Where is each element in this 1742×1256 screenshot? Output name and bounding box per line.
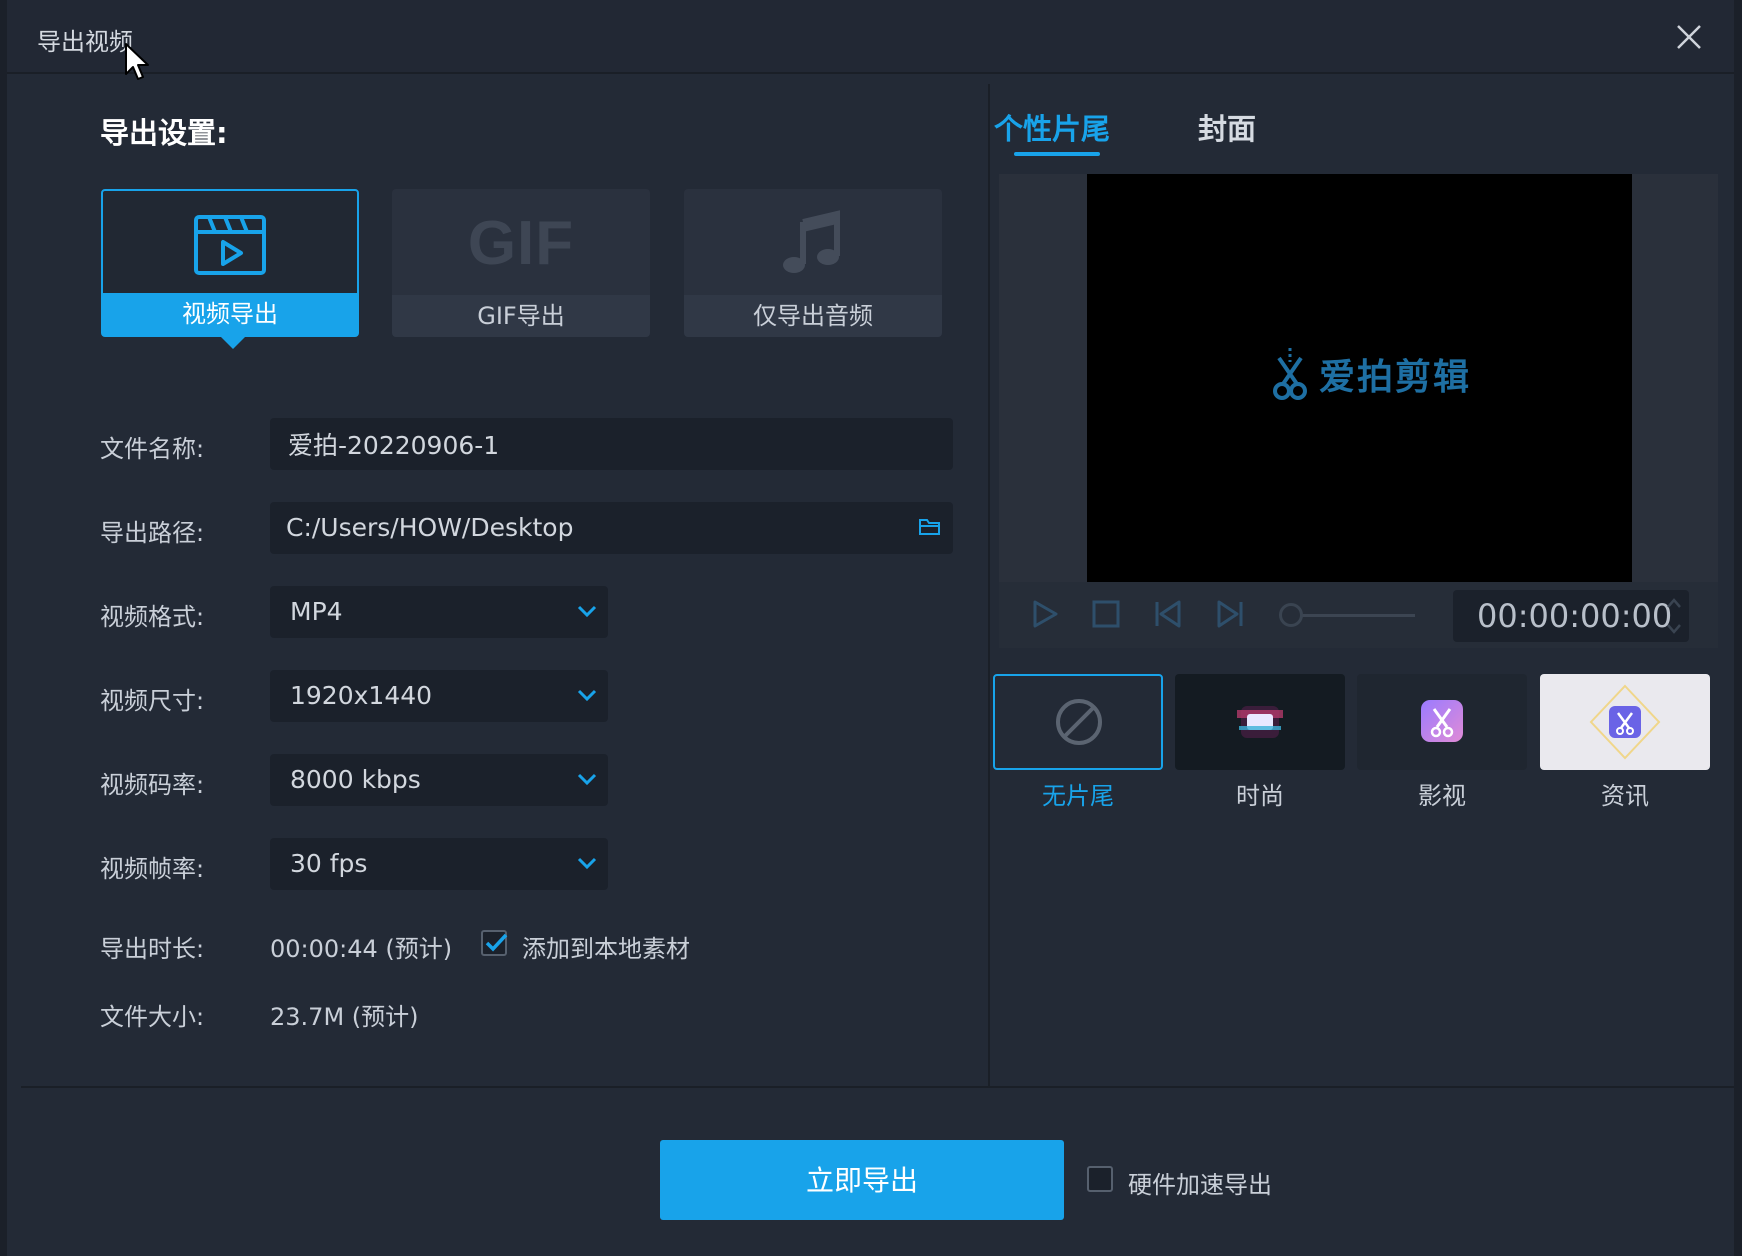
vertical-divider — [988, 84, 990, 1086]
export-type-video[interactable]: 视频导出 — [101, 189, 359, 349]
file-size-value: 23.7M (预计) — [270, 1003, 419, 1031]
add-to-local-checkbox[interactable] — [481, 930, 508, 956]
next-frame-icon[interactable] — [1215, 599, 1245, 629]
active-tab-indicator — [1014, 152, 1100, 156]
video-framerate-value: 30 fps — [290, 849, 368, 878]
horizontal-divider — [21, 1086, 1734, 1088]
dialog-title: 导出视频 — [37, 28, 133, 56]
ending-label-film[interactable]: 影视 — [1357, 776, 1527, 811]
progress-track[interactable] — [1287, 614, 1415, 617]
chevron-down-icon — [577, 689, 597, 702]
video-bitrate-label: 视频码率: — [100, 771, 205, 799]
ending-option-news[interactable] — [1540, 674, 1710, 770]
chevron-down-icon — [577, 605, 597, 618]
video-framerate-label: 视频帧率: — [100, 855, 205, 883]
tab-cover[interactable]: 封面 — [1198, 106, 1256, 148]
export-type-label: GIF导出 — [392, 295, 650, 337]
chevron-down-icon — [577, 773, 597, 786]
video-format-value: MP4 — [290, 597, 343, 626]
video-preview: 爱拍剪辑 — [1087, 174, 1632, 582]
close-icon — [1677, 25, 1701, 49]
purple-logo-icon — [1421, 700, 1463, 742]
scissors-logo-icon — [1273, 348, 1307, 400]
spinner-arrows-icon[interactable] — [1665, 596, 1683, 636]
export-now-button[interactable]: 立即导出 — [660, 1140, 1064, 1220]
export-type-gif[interactable]: GIF GIF导出 — [392, 189, 650, 337]
ending-label-none[interactable]: 无片尾 — [993, 776, 1163, 811]
title-bar: 导出视频 — [7, 0, 1734, 74]
glitch-logo-icon — [1237, 706, 1283, 738]
video-bitrate-value: 8000 kbps — [290, 765, 421, 794]
no-entry-icon — [1056, 699, 1102, 745]
export-path-field[interactable]: C:/Users/HOW/Desktop — [270, 502, 953, 554]
timecode-field[interactable]: 00:00:00:00 — [1453, 590, 1689, 642]
export-type-label: 视频导出 — [103, 293, 357, 335]
ending-option-film[interactable] — [1357, 674, 1527, 770]
file-name-field[interactable] — [270, 418, 953, 470]
previous-frame-icon[interactable] — [1153, 599, 1183, 629]
news-logo-icon — [1589, 684, 1661, 760]
video-bitrate-select[interactable]: 8000 kbps — [270, 754, 608, 806]
background-app-right — [1734, 0, 1742, 1256]
music-note-icon — [783, 210, 840, 273]
mouse-cursor-icon — [125, 43, 149, 80]
close-button[interactable] — [1672, 20, 1706, 54]
ending-option-none[interactable] — [993, 674, 1163, 770]
export-settings-title: 导出设置: — [100, 116, 228, 150]
video-format-select[interactable]: MP4 — [270, 586, 608, 638]
export-type-label: 仅导出音频 — [684, 295, 942, 337]
export-path-label: 导出路径: — [100, 519, 205, 547]
file-name-label: 文件名称: — [100, 435, 205, 463]
checkmark-icon — [485, 933, 508, 952]
hardware-accel-label[interactable]: 硬件加速导出 — [1128, 1165, 1272, 1200]
ending-label-fashion[interactable]: 时尚 — [1175, 776, 1345, 811]
video-size-label: 视频尺寸: — [100, 687, 205, 715]
hardware-accel-checkbox[interactable] — [1087, 1166, 1113, 1192]
video-size-value: 1920x1440 — [290, 681, 433, 710]
file-size-label: 文件大小: — [100, 1003, 205, 1031]
play-icon[interactable] — [1029, 599, 1059, 629]
gif-icon: GIF — [467, 208, 575, 278]
watermark-text: 爱拍剪辑 — [1319, 357, 1472, 398]
watermark: 爱拍剪辑 — [1273, 346, 1471, 402]
background-app-left — [0, 0, 7, 1256]
add-to-local-label[interactable]: 添加到本地素材 — [522, 929, 690, 964]
ending-label-news[interactable]: 资讯 — [1540, 776, 1710, 811]
export-path-value: C:/Users/HOW/Desktop — [286, 513, 574, 542]
selection-pointer — [219, 335, 247, 349]
export-type-audio[interactable]: 仅导出音频 — [684, 189, 942, 337]
ending-option-fashion[interactable] — [1175, 674, 1345, 770]
tab-custom-ending[interactable]: 个性片尾 — [994, 106, 1110, 148]
file-name-input[interactable] — [286, 418, 891, 470]
folder-icon[interactable] — [917, 514, 943, 540]
video-format-label: 视频格式: — [100, 603, 205, 631]
export-video-dialog: 导出视频 导出设置: 视频导出 GIF GIF导出 仅导出音频 文件名称: 爱拍… — [7, 0, 1734, 1250]
timecode-value: 00:00:00:00 — [1477, 597, 1673, 635]
progress-knob[interactable] — [1279, 603, 1303, 627]
player-controls: 00:00:00:00 — [999, 582, 1718, 648]
video-clapper-icon — [194, 215, 266, 275]
chevron-down-icon — [577, 857, 597, 870]
export-duration-value: 00:00:44 (预计) — [270, 935, 453, 963]
export-duration-label: 导出时长: — [100, 935, 205, 963]
video-framerate-select[interactable]: 30 fps — [270, 838, 608, 890]
stop-icon[interactable] — [1091, 599, 1121, 629]
preview-area: 爱拍剪辑 — [999, 174, 1718, 582]
video-size-select[interactable]: 1920x1440 — [270, 670, 608, 722]
